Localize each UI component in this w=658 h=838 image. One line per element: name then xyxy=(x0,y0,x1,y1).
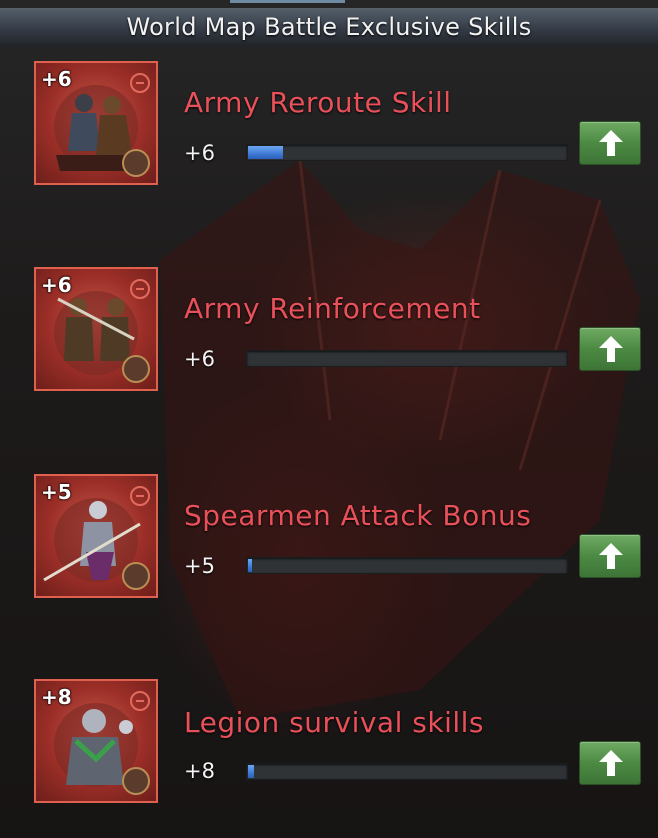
skill-icon[interactable]: +5 xyxy=(34,474,158,598)
remove-icon[interactable] xyxy=(130,486,150,506)
skill-progress-bar xyxy=(246,557,568,574)
up-arrow-icon xyxy=(599,336,623,362)
skill-row: +6 Army Reroute Skill +6 xyxy=(0,61,658,191)
upgrade-button[interactable] xyxy=(579,741,641,785)
upgrade-button[interactable] xyxy=(579,121,641,165)
skill-name: Spearmen Attack Bonus xyxy=(184,499,532,532)
skill-progress-fill xyxy=(248,559,252,572)
skill-progress-bar xyxy=(246,763,568,780)
up-arrow-icon xyxy=(599,750,623,776)
magnify-icon[interactable] xyxy=(122,562,150,590)
level-badge: +8 xyxy=(41,685,72,709)
skill-icon[interactable]: +8 xyxy=(34,679,158,803)
remove-icon[interactable] xyxy=(130,279,150,299)
skill-name: Legion survival skills xyxy=(184,706,484,739)
skill-row: +5 Spearmen Attack Bonus +5 xyxy=(0,474,658,604)
level-badge: +6 xyxy=(41,273,72,297)
level-badge: +5 xyxy=(41,480,72,504)
magnify-icon[interactable] xyxy=(122,149,150,177)
skill-icon[interactable]: +6 xyxy=(34,61,158,185)
skill-name: Army Reinforcement xyxy=(184,292,481,325)
skill-row: +8 Legion survival skills +8 xyxy=(0,679,658,809)
skill-progress-fill xyxy=(248,146,283,159)
skill-progress-fill xyxy=(248,765,254,778)
upgrade-button[interactable] xyxy=(579,327,641,371)
skill-value: +6 xyxy=(184,141,215,165)
magnify-icon[interactable] xyxy=(122,355,150,383)
skill-name: Army Reroute Skill xyxy=(184,86,452,119)
magnify-icon[interactable] xyxy=(122,767,150,795)
upgrade-button[interactable] xyxy=(579,534,641,578)
skill-value: +6 xyxy=(184,347,215,371)
skill-value: +5 xyxy=(184,554,215,578)
skill-icon[interactable]: +6 xyxy=(34,267,158,391)
skill-progress-bar xyxy=(246,350,568,367)
header-accent-line xyxy=(230,0,345,3)
remove-icon[interactable] xyxy=(130,73,150,93)
remove-icon[interactable] xyxy=(130,691,150,711)
up-arrow-icon xyxy=(599,130,623,156)
skill-row: +6 Army Reinforcement +6 xyxy=(0,267,658,397)
level-badge: +6 xyxy=(41,67,72,91)
skill-value: +8 xyxy=(184,759,215,783)
skill-progress-bar xyxy=(246,144,568,161)
up-arrow-icon xyxy=(599,543,623,569)
page-title: World Map Battle Exclusive Skills xyxy=(126,13,532,41)
